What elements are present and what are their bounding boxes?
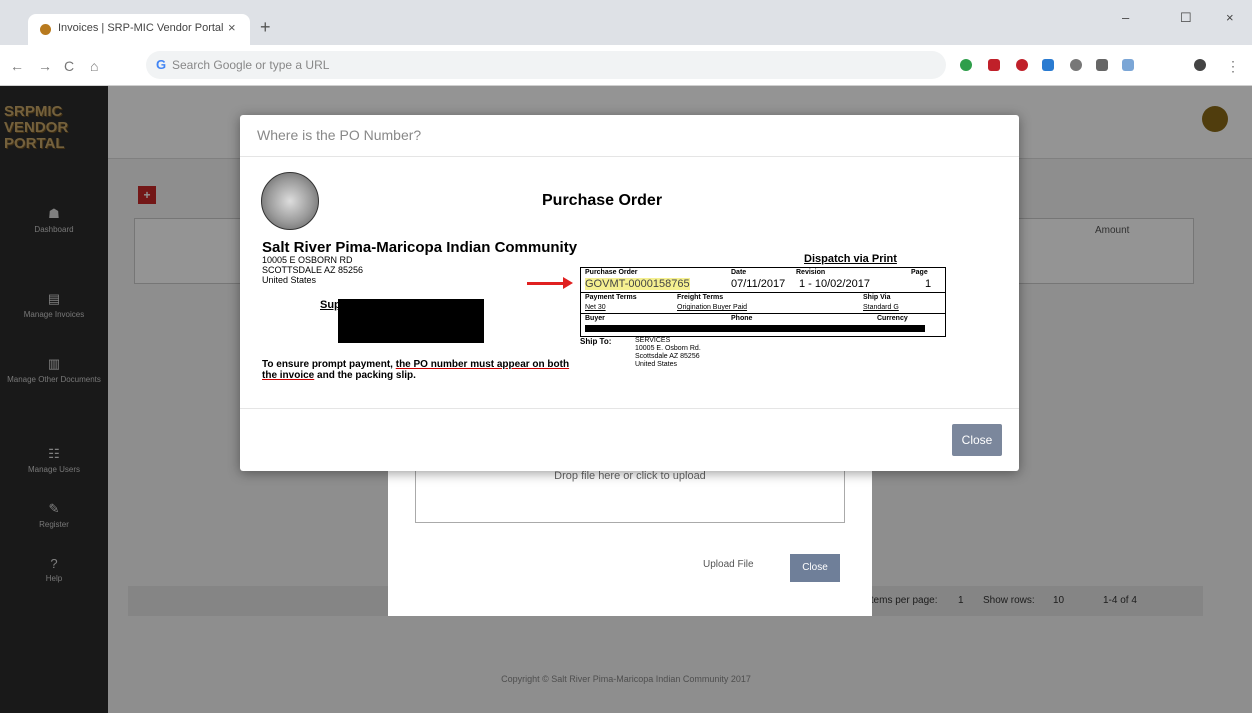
po-page: 1 xyxy=(925,278,932,290)
profile-avatar-icon[interactable] xyxy=(1194,59,1206,71)
tab-title: Invoices | SRP-MIC Vendor Portal xyxy=(58,22,224,34)
community-seal-icon xyxy=(261,172,319,230)
browser-tab[interactable]: Invoices | SRP-MIC Vendor Portal × xyxy=(28,14,250,45)
buyer-label: Buyer xyxy=(585,315,605,322)
forward-icon[interactable]: → xyxy=(38,58,52,74)
ship-to-line: SERVICES xyxy=(635,337,671,344)
ship-via-label: Ship Via xyxy=(863,294,891,301)
shield-extension-icon[interactable] xyxy=(960,59,972,71)
close-window-button[interactable]: × xyxy=(1226,10,1234,25)
payment-terms-value: Net 30 xyxy=(585,304,606,311)
address-line: SCOTTSDALE AZ 85256 xyxy=(262,265,364,275)
dispatch-text: Dispatch via Print xyxy=(804,253,897,265)
maximize-button[interactable]: ☐ xyxy=(1180,10,1192,26)
link-extension-icon[interactable] xyxy=(1122,59,1134,71)
close-button[interactable]: Close xyxy=(952,424,1002,456)
new-tab-button[interactable]: + xyxy=(260,17,271,38)
ship-to-line: United States xyxy=(635,361,678,368)
payment-notice: To ensure prompt payment, the PO number … xyxy=(262,359,582,381)
ship-via-value: Standard G xyxy=(863,304,899,311)
freight-terms-value: Origination Buyer Paid xyxy=(677,304,748,311)
google-icon: G xyxy=(156,57,167,72)
freight-terms-label: Freight Terms xyxy=(677,294,724,301)
screenshot-extension-icon[interactable] xyxy=(1042,59,1054,71)
adblock-extension-icon[interactable] xyxy=(1016,59,1028,71)
clock-extension-icon[interactable] xyxy=(1070,59,1082,71)
back-icon[interactable]: ← xyxy=(10,58,24,74)
upload-modal: Drop file here or click to upload Upload… xyxy=(388,466,872,616)
tab-close-icon[interactable]: × xyxy=(228,20,236,35)
po-details-box: Purchase Order GOVMT-0000158765 Date 07/… xyxy=(580,267,946,337)
upload-file-button[interactable]: Upload File xyxy=(703,559,754,570)
modal-title: Where is the PO Number? xyxy=(257,127,422,143)
terms-row: Payment Terms Net 30 Freight Terms Origi… xyxy=(581,293,945,314)
po-revision: 1 - 10/02/2017 xyxy=(799,278,870,290)
modal-header-divider xyxy=(240,156,1019,157)
ship-to-address: SERVICES 10005 E. Osborn Rd. Scottsdale … xyxy=(635,337,701,369)
upload-close-button[interactable]: Close xyxy=(790,554,840,582)
browser-tab-bar: Invoices | SRP-MIC Vendor Portal × + – ☐… xyxy=(0,0,1252,45)
po-label: Purchase Order xyxy=(585,269,638,276)
po-heading: Purchase Order xyxy=(542,192,663,209)
address-line: 10005 E OSBORN RD xyxy=(262,255,353,265)
reload-icon[interactable]: C xyxy=(64,58,74,74)
org-name: Salt River Pima-Maricopa Indian Communit… xyxy=(262,239,578,256)
pointer-arrow-head xyxy=(563,277,573,289)
po-number: GOVMT-0000158765 xyxy=(585,278,690,290)
buyer-redaction xyxy=(585,325,925,332)
po-help-modal: Where is the PO Number? Purchase Order S… xyxy=(240,115,1019,471)
purchase-order-image: Purchase Order Salt River Pima-Maricopa … xyxy=(256,169,968,397)
dropzone-text: Drop file here or click to upload xyxy=(554,470,706,482)
notes-extension-icon[interactable] xyxy=(1096,59,1108,71)
page-label: Page xyxy=(911,269,928,276)
po-row: Purchase Order GOVMT-0000158765 Date 07/… xyxy=(581,268,945,293)
date-label: Date xyxy=(731,269,747,276)
ship-to-line: Scottsdale AZ 85256 xyxy=(635,353,700,360)
currency-label: Currency xyxy=(877,315,908,322)
address-placeholder: Search Google or type a URL xyxy=(172,58,330,72)
revision-label: Revision xyxy=(796,269,826,276)
notice-prefix: To ensure prompt payment, xyxy=(262,359,396,370)
address-bar[interactable]: G Search Google or type a URL xyxy=(146,51,946,79)
home-icon[interactable]: ⌂ xyxy=(90,58,98,74)
ship-to-label: Ship To: xyxy=(580,337,612,346)
address-line: United States xyxy=(262,275,317,285)
file-dropzone[interactable]: Drop file here or click to upload xyxy=(415,466,845,523)
supplier-redaction xyxy=(338,299,484,343)
ship-to-line: 10005 E. Osborn Rd. xyxy=(635,345,701,352)
buyer-row: Buyer Phone Currency xyxy=(581,314,945,335)
menu-kebab-icon[interactable]: ⋮ xyxy=(1226,58,1240,75)
notice-suffix: and the packing slip. xyxy=(314,370,416,381)
phone-label: Phone xyxy=(731,315,753,322)
modal-footer-divider xyxy=(240,408,1019,409)
payment-terms-label: Payment Terms xyxy=(585,294,637,301)
pointer-arrow xyxy=(527,282,567,285)
po-date: 07/11/2017 xyxy=(731,278,786,290)
browser-toolbar: ← → C ⌂ G Search Google or type a URL ⋮ xyxy=(0,45,1252,86)
ublock-extension-icon[interactable] xyxy=(988,59,1000,71)
site-favicon-icon xyxy=(40,24,51,35)
minimize-button[interactable]: – xyxy=(1122,10,1129,25)
